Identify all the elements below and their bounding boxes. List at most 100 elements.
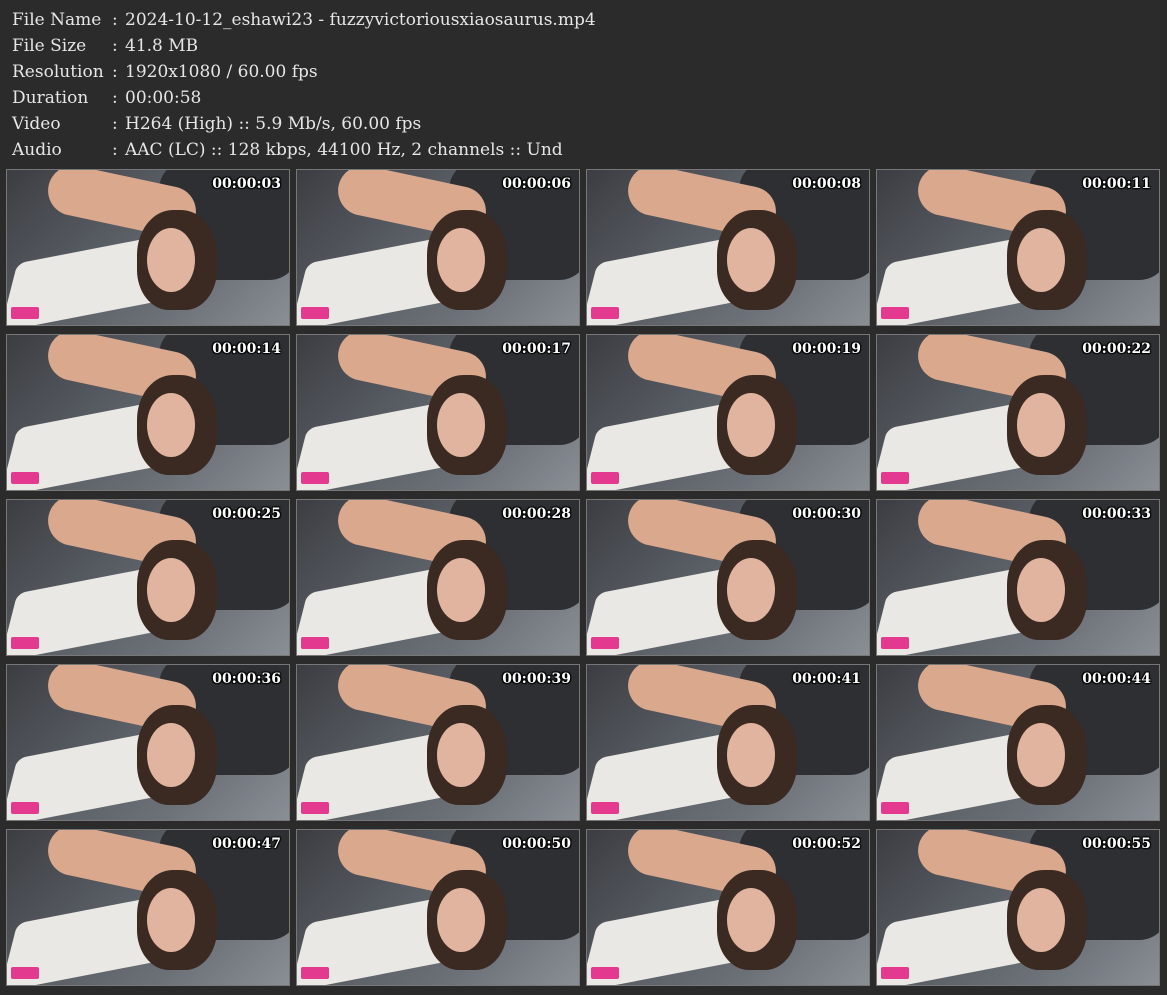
watermark-logo bbox=[881, 802, 909, 814]
thumbnail: 00:00:17 bbox=[296, 334, 580, 491]
thumbnail-timestamp: 00:00:19 bbox=[792, 341, 861, 357]
watermark-logo bbox=[881, 472, 909, 484]
thumbnail: 00:00:11 bbox=[876, 169, 1160, 326]
thumbnail: 00:00:14 bbox=[6, 334, 290, 491]
watermark-logo bbox=[881, 307, 909, 319]
face-shape bbox=[727, 723, 775, 787]
thumbnail-timestamp: 00:00:30 bbox=[792, 506, 861, 522]
watermark-logo bbox=[11, 967, 39, 979]
face-shape bbox=[147, 228, 195, 292]
watermark-logo bbox=[11, 802, 39, 814]
face-shape bbox=[727, 228, 775, 292]
thumbnail: 00:00:03 bbox=[6, 169, 290, 326]
thumbnail-timestamp: 00:00:22 bbox=[1082, 341, 1151, 357]
thumbnail: 00:00:41 bbox=[586, 664, 870, 821]
watermark-logo bbox=[301, 802, 329, 814]
face-shape bbox=[437, 228, 485, 292]
thumbnail: 00:00:33 bbox=[876, 499, 1160, 656]
face-shape bbox=[147, 558, 195, 622]
info-row-file-size: File Size : 41.8 MB bbox=[12, 33, 596, 59]
face-shape bbox=[727, 393, 775, 457]
watermark-logo bbox=[591, 472, 619, 484]
thumbnail-timestamp: 00:00:52 bbox=[792, 836, 861, 852]
face-shape bbox=[147, 393, 195, 457]
info-value: 41.8 MB bbox=[125, 36, 199, 56]
face-shape bbox=[437, 558, 485, 622]
thumbnail-grid: 00:00:03 00:00:06 00:00:08 00:00:11 00:00:14… bbox=[6, 169, 1160, 986]
info-value: H264 (High) :: 5.9 Mb/s, 60.00 fps bbox=[125, 114, 422, 134]
watermark-logo bbox=[881, 967, 909, 979]
thumbnail: 00:00:30 bbox=[586, 499, 870, 656]
info-label: File Name bbox=[12, 10, 102, 30]
face-shape bbox=[727, 888, 775, 952]
thumbnail-timestamp: 00:00:41 bbox=[792, 671, 861, 687]
watermark-logo bbox=[301, 967, 329, 979]
info-row-resolution: Resolution : 1920x1080 / 60.00 fps bbox=[12, 59, 596, 85]
thumbnail-timestamp: 00:00:28 bbox=[502, 506, 571, 522]
thumbnail-timestamp: 00:00:47 bbox=[212, 836, 281, 852]
watermark-logo bbox=[591, 802, 619, 814]
face-shape bbox=[1017, 228, 1065, 292]
watermark-logo bbox=[301, 307, 329, 319]
watermark-logo bbox=[591, 307, 619, 319]
info-separator: : bbox=[112, 36, 118, 56]
thumbnail-timestamp: 00:00:39 bbox=[502, 671, 571, 687]
thumbnail-timestamp: 00:00:17 bbox=[502, 341, 571, 357]
info-row-duration: Duration : 00:00:58 bbox=[12, 85, 596, 111]
info-row-video: Video : H264 (High) :: 5.9 Mb/s, 60.00 f… bbox=[12, 111, 596, 137]
thumbnail: 00:00:55 bbox=[876, 829, 1160, 986]
thumbnail-timestamp: 00:00:36 bbox=[212, 671, 281, 687]
info-separator: : bbox=[112, 10, 118, 30]
info-label: Video bbox=[12, 114, 61, 134]
watermark-logo bbox=[11, 307, 39, 319]
info-separator: : bbox=[112, 62, 118, 82]
thumbnail: 00:00:06 bbox=[296, 169, 580, 326]
face-shape bbox=[1017, 393, 1065, 457]
watermark-logo bbox=[11, 637, 39, 649]
media-info-panel: File Name : 2024-10-12_eshawi23 - fuzzyv… bbox=[12, 7, 596, 163]
info-row-file-name: File Name : 2024-10-12_eshawi23 - fuzzyv… bbox=[12, 7, 596, 33]
watermark-logo bbox=[301, 472, 329, 484]
thumbnail: 00:00:39 bbox=[296, 664, 580, 821]
face-shape bbox=[727, 558, 775, 622]
thumbnail-timestamp: 00:00:11 bbox=[1082, 176, 1151, 192]
thumbnail-timestamp: 00:00:44 bbox=[1082, 671, 1151, 687]
thumbnail: 00:00:28 bbox=[296, 499, 580, 656]
info-label: Resolution bbox=[12, 62, 104, 82]
face-shape bbox=[1017, 558, 1065, 622]
watermark-logo bbox=[301, 637, 329, 649]
thumbnail: 00:00:52 bbox=[586, 829, 870, 986]
watermark-logo bbox=[11, 472, 39, 484]
face-shape bbox=[1017, 888, 1065, 952]
face-shape bbox=[147, 723, 195, 787]
info-label: Audio bbox=[12, 140, 62, 160]
thumbnail: 00:00:22 bbox=[876, 334, 1160, 491]
thumbnail: 00:00:36 bbox=[6, 664, 290, 821]
face-shape bbox=[1017, 723, 1065, 787]
thumbnail: 00:00:50 bbox=[296, 829, 580, 986]
info-separator: : bbox=[112, 88, 118, 108]
thumbnail-timestamp: 00:00:50 bbox=[502, 836, 571, 852]
info-separator: : bbox=[112, 114, 118, 134]
thumbnail: 00:00:19 bbox=[586, 334, 870, 491]
thumbnail-timestamp: 00:00:06 bbox=[502, 176, 571, 192]
face-shape bbox=[437, 723, 485, 787]
info-value: 00:00:58 bbox=[125, 88, 202, 108]
thumbnail-timestamp: 00:00:14 bbox=[212, 341, 281, 357]
thumbnail-timestamp: 00:00:08 bbox=[792, 176, 861, 192]
thumbnail: 00:00:44 bbox=[876, 664, 1160, 821]
face-shape bbox=[437, 393, 485, 457]
thumbnail: 00:00:08 bbox=[586, 169, 870, 326]
thumbnail-timestamp: 00:00:55 bbox=[1082, 836, 1151, 852]
watermark-logo bbox=[591, 637, 619, 649]
info-value: AAC (LC) :: 128 kbps, 44100 Hz, 2 channe… bbox=[125, 140, 563, 160]
info-value: 1920x1080 / 60.00 fps bbox=[125, 62, 318, 82]
thumbnail: 00:00:25 bbox=[6, 499, 290, 656]
face-shape bbox=[437, 888, 485, 952]
info-separator: : bbox=[112, 140, 118, 160]
thumbnail-timestamp: 00:00:25 bbox=[212, 506, 281, 522]
info-value: 2024-10-12_eshawi23 - fuzzyvictoriousxia… bbox=[125, 10, 596, 30]
watermark-logo bbox=[881, 637, 909, 649]
face-shape bbox=[147, 888, 195, 952]
watermark-logo bbox=[591, 967, 619, 979]
